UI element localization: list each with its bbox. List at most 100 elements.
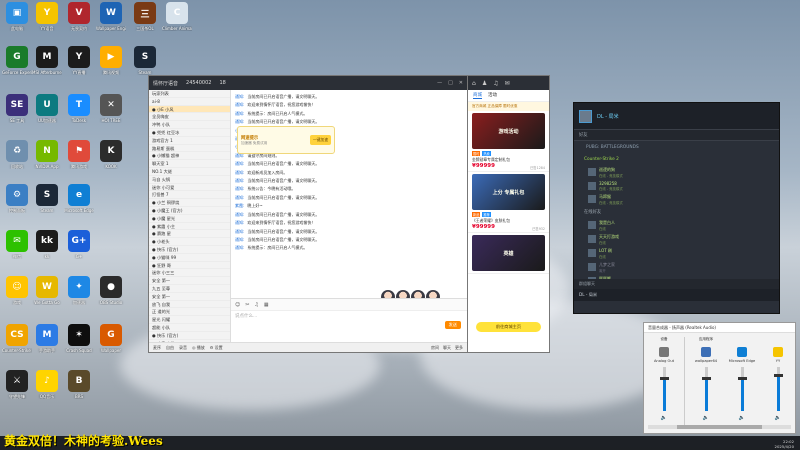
member-row[interactable]: ai-8 [149,98,230,106]
desktop-shortcut[interactable]: S Steam [32,184,62,213]
chat-title-bar[interactable]: 情怀厅语音 24540002 18 — □ ✕ [149,76,467,90]
message-sender[interactable]: 通知: [235,220,244,225]
bottom-bar-item[interactable]: 更多 [455,345,463,351]
bottom-bar-item[interactable]: 房间 [431,345,439,351]
member-row[interactable]: ● 快乐 (官方) [149,246,230,254]
friends-section-label[interactable]: 好友 [574,129,779,141]
member-row[interactable]: ● 小老头 [149,238,230,246]
desktop-shortcut[interactable]: V 无畏契约 [64,2,94,31]
minimize-icon[interactable]: — [437,80,442,86]
member-row[interactable]: 迷你 小三三 [149,269,230,278]
accelerator-ad[interactable]: 网速提示 加速器 免费试用 一键加速 [237,126,335,154]
member-row[interactable]: ● 小魔王 (官方) [149,207,230,215]
member-row[interactable]: 正 道的光 [149,308,230,317]
message-sender[interactable]: 通知: [235,186,244,191]
desktop-shortcut[interactable]: Y YY语音 [32,2,62,31]
message-sender[interactable]: 通知: [235,170,244,175]
tab-activity[interactable]: 活动 [488,92,497,99]
member-row[interactable]: 放飞 自我 [149,301,230,309]
member-row[interactable]: ● 赛跑 星 [149,230,230,239]
desktop-shortcut[interactable]: U UU加速器 [32,94,62,123]
volume-thumb[interactable] [701,377,711,381]
friend-row[interactable]: 我是白人 在线 [574,218,779,232]
message-sender[interactable]: 通知: [235,102,244,107]
send-button[interactable]: 发送 [444,321,461,329]
member-row[interactable]: ● 小懒猫 超神 [149,152,230,161]
message-sender[interactable]: 通知: [235,195,244,200]
desktop-shortcut[interactable]: K KOOK [96,140,126,169]
desktop-shortcut[interactable]: G GeForce Experience [2,46,32,75]
member-row[interactable]: ● 快乐 (官方) [149,332,230,340]
desktop-shortcut[interactable]: ⚔ 守望先锋 [2,370,32,399]
member-row[interactable]: 聊天室 1 [149,160,230,168]
desktop-shortcut[interactable]: ▶ 腾讯视频 [96,46,126,75]
member-row[interactable]: 迷你 小可爱 [149,184,230,192]
message-sender[interactable]: 通知: [235,161,244,166]
volume-slider[interactable] [773,367,783,411]
desktop-shortcut[interactable]: C Climber Animals [162,2,192,31]
group-online[interactable]: 在线好友 [574,206,779,218]
desktop-shortcut[interactable]: B BRS [64,370,94,399]
desktop-shortcut[interactable]: G Wallpaper [96,324,126,353]
desktop-shortcut[interactable]: CS Counter-Strike 2 [2,324,32,353]
bell-icon[interactable]: ♫ [493,80,498,87]
speaker-icon[interactable]: 🔈 [648,415,680,421]
member-row[interactable]: 超能 小队 [149,324,230,332]
desktop-shortcut[interactable]: W Wallpaper Engine [96,2,126,31]
member-row[interactable]: 安全 第一 [149,277,230,285]
product-card[interactable]: 上分 专属礼包 新品 推荐 《王者荣耀》皮肤礼包 已售932 ¥99999 [468,172,549,233]
friend-row[interactable]: 3298258 在线 - 竞技模式 [574,179,779,192]
message-sender[interactable]: 紫霞: [235,203,244,208]
chat-input[interactable]: 说点什么... [231,310,467,344]
product-image[interactable]: 英雄 [472,235,545,271]
volume-slider[interactable] [737,367,747,411]
maximize-icon[interactable]: □ [448,80,453,86]
system-clock[interactable]: 22:02 2025/4/20 [775,439,794,449]
close-icon[interactable]: ✕ [459,80,463,86]
ad-button[interactable]: 一键加速 [309,135,331,145]
group-chat-header[interactable]: 群组聊天 [574,279,779,289]
desktop-shortcut[interactable]: ⚑ 腾讯游戏 [64,140,94,169]
friend-row[interactable]: 天天打游戏 在线 [574,232,779,246]
desktop-shortcut[interactable]: ✶ Crash Squad [64,324,94,353]
member-row[interactable]: ● 狂野 哥 [149,262,230,270]
member-row[interactable]: ● 小猫咪 99 [149,254,230,262]
desktop-shortcut[interactable]: ♻ 回收站 [2,140,32,169]
desktop-shortcut[interactable]: ✕ HOI TREE [96,94,126,123]
product-card[interactable]: 游戏活动 限时 热卖 金牌勋章专属定制礼包 已售1284 ¥99999 [468,111,549,172]
member-row[interactable]: ● 小兰 铜锣烧 [149,199,230,207]
member-row[interactable]: 九五 至尊 [149,285,230,293]
member-row[interactable]: 全员嗨皮 [149,113,230,122]
member-row[interactable]: 玩家列表 [149,90,230,98]
bottom-bar-item[interactable]: ◎ 播放 [192,345,205,351]
chat-tool-icon[interactable]: ✂ [245,302,249,308]
desktop-shortcut[interactable]: Y YY直播 [64,46,94,75]
desktop-shortcut[interactable]: G+ G+ [64,230,94,259]
product-image[interactable]: 游戏活动 [472,113,545,149]
game-row[interactable]: PUBG: BATTLEGROUNDS [574,141,779,154]
bottom-bar-item[interactable]: 自由 [166,345,174,351]
desktop-shortcut[interactable]: kk kk [32,230,62,259]
desktop-shortcut[interactable]: e Microsoft Edge [64,184,94,213]
mixer-scrollbar[interactable] [648,425,791,429]
product-image[interactable]: 上分 专属礼包 [472,174,545,210]
member-row[interactable]: 路易斯 蛋糕 [149,145,230,153]
avatar[interactable] [579,109,592,123]
volume-thumb[interactable] [737,377,747,381]
bottom-bar-item[interactable]: ⚙ 设置 [210,345,223,351]
member-list[interactable]: 玩家列表 ai-8 ● 小E 小风 全员嗨皮 冲鸭 小队 ● 兜兜 红豆冰 游戏官方 1 路易… [149,90,231,342]
desktop-shortcut[interactable]: ● OBS Studio [96,276,126,305]
message-sender[interactable]: 通知: [235,178,244,183]
steam-profile-header[interactable]: DL - 局米 [574,103,779,129]
message-sender[interactable]: 通知: [235,119,244,124]
volume-thumb[interactable] [659,377,669,381]
message-list[interactable]: 通知: 当前房间已开启语音广播，请文明聊天。 通知: 欢迎来到情怀厅语音，祝您游戏愉快… [231,90,467,298]
message-sender[interactable]: 通知: [235,229,244,234]
desktop-shortcut[interactable]: M 手游助手 [32,324,62,353]
chat-tool-icon[interactable]: ☺ [235,302,240,308]
friend-row[interactable]: LOT 刷在线 [574,246,779,260]
member-row[interactable]: 马自 火锅 [149,176,230,184]
member-row[interactable]: 游戏官方 1 [149,137,230,145]
chat-tool-icon[interactable]: ▦ [264,302,269,308]
desktop-shortcut[interactable]: W We Gotta Go [32,276,62,305]
